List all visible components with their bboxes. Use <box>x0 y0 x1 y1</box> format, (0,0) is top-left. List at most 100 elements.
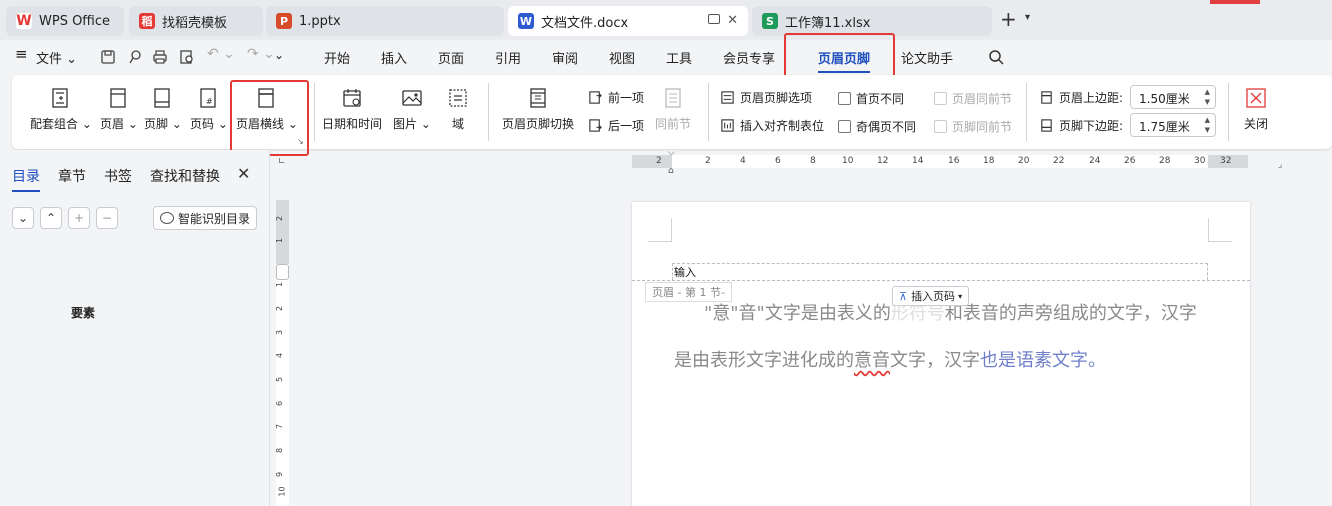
checkbox[interactable] <box>934 120 947 133</box>
ruler-end-icon: ⌟ <box>1278 160 1283 170</box>
writer-icon: W <box>518 13 534 29</box>
ribbon-toolbar: 配套组合 ⌄ 页眉 ⌄ 页脚 ⌄ # 页码 ⌄ 页眉横线 ⌄ ↘ 日期和时间 图… <box>12 75 1332 149</box>
chevron-up-icon[interactable]: ⌃ <box>40 207 62 229</box>
menu-page[interactable]: 页面 <box>438 48 464 67</box>
close-header-footer-button[interactable]: 关闭 <box>1240 87 1272 132</box>
margin-corner-mark <box>648 218 672 242</box>
vertical-ruler-marker[interactable] <box>276 264 289 280</box>
close-icon <box>1246 88 1266 108</box>
odd-even-different-checkbox[interactable]: 奇偶页不同 <box>838 118 916 135</box>
svg-text:#: # <box>206 97 213 106</box>
close-icon[interactable]: ✕ <box>727 13 738 28</box>
same-as-previous-button[interactable]: 同前节 <box>652 87 694 132</box>
header-same-prev-label: 页眉同前节 <box>952 92 1013 106</box>
more-chevron-icon[interactable]: ⌄ <box>274 48 284 62</box>
print-preview-icon[interactable] <box>179 49 195 65</box>
minus-icon[interactable]: − <box>96 207 118 229</box>
ruler-corner-icon[interactable]: ∟ <box>278 157 286 167</box>
undo-icon[interactable]: ↶ ⌄ <box>207 46 235 62</box>
highlight-box-menu <box>784 33 895 80</box>
page-number-button[interactable]: # 页码 ⌄ <box>190 87 228 132</box>
nav-tab-chapter[interactable]: 章节 <box>58 166 86 186</box>
header-top-margin-input[interactable]: 1.50厘米 ▲ ▼ <box>1130 85 1216 109</box>
ruler-tick: 9 <box>275 471 285 478</box>
menu-review[interactable]: 审阅 <box>552 48 578 67</box>
menu-reference[interactable]: 引用 <box>495 48 521 67</box>
menu-start[interactable]: 开始 <box>324 48 350 67</box>
date-time-button[interactable]: 日期和时间 <box>320 87 384 132</box>
header-text[interactable]: 输入 <box>674 264 696 280</box>
menu-member[interactable]: 会员专享 <box>723 48 775 67</box>
docer-icon: 稻 <box>139 13 155 29</box>
field-button[interactable]: 域 <box>444 87 472 132</box>
footer-bottom-margin-input[interactable]: 1.75厘米 ▲ ▼ <box>1130 113 1216 137</box>
insert-page-number-button[interactable]: ⊼ 插入页码 ▾ <box>892 286 970 306</box>
nav-tab-underline <box>12 190 40 192</box>
header-button[interactable]: 页眉 ⌄ <box>100 87 138 132</box>
nav-tab-toc[interactable]: 目录 <box>12 166 40 186</box>
tab-wps-office[interactable]: W WPS Office <box>6 6 124 36</box>
hamburger-icon[interactable]: ≡ <box>15 45 28 63</box>
plus-icon[interactable]: + <box>68 207 90 229</box>
ruler-tick: 30 <box>1194 156 1206 166</box>
header-area[interactable] <box>672 263 1208 280</box>
text-run: 。 <box>1088 350 1106 371</box>
new-tab-plus-icon[interactable]: + <box>1000 7 1017 31</box>
menu-paper-assistant[interactable]: 论文助手 <box>901 48 953 67</box>
ruler-tick: 10 <box>842 156 854 166</box>
vertical-ruler[interactable]: 2 1 1 2 3 4 5 6 7 8 9 10 <box>275 200 289 506</box>
menu-insert[interactable]: 插入 <box>381 48 407 67</box>
divider <box>708 83 709 141</box>
tab-docx[interactable]: W 文档文件.docx ✕ <box>508 6 748 36</box>
chevron-down-icon[interactable]: ▾ <box>1025 12 1030 23</box>
close-label: 关闭 <box>1243 117 1268 131</box>
save-icon[interactable] <box>100 49 116 65</box>
file-menu[interactable]: 文件 ⌄ <box>36 48 77 67</box>
chevron-down-icon[interactable]: ⌄ <box>12 207 34 229</box>
spin-down-icon[interactable]: ▼ <box>1205 126 1210 134</box>
footer-same-previous-checkbox[interactable]: 页脚同前节 <box>934 118 1012 135</box>
tab-xlsx[interactable]: S 工作簿11.xlsx <box>752 6 992 36</box>
first-page-different-checkbox[interactable]: 首页不同 <box>838 90 904 107</box>
tab-label: 1.pptx <box>299 13 341 29</box>
close-icon[interactable]: ✕ <box>237 164 250 183</box>
picture-button[interactable]: 图片 ⌄ <box>392 87 432 132</box>
header-same-previous-checkbox[interactable]: 页眉同前节 <box>934 90 1012 107</box>
checkbox[interactable] <box>934 92 947 105</box>
tab-docer[interactable]: 稻 找稻壳模板 <box>129 6 263 36</box>
ruler-tick: 2 <box>656 156 662 166</box>
search-icon[interactable] <box>988 49 1004 65</box>
next-icon <box>589 119 602 132</box>
header-footer-switch-button[interactable]: 页眉页脚切换 <box>500 87 576 132</box>
document-page[interactable]: 输入 页眉 - 第 1 节- ⊼ 插入页码 ▾ "意"音"文字是由表义的形符号和… <box>632 202 1250 506</box>
indent-marker-icon[interactable]: ⌵ <box>668 148 675 158</box>
spin-up-icon[interactable]: ▲ <box>1205 116 1210 124</box>
smart-toc-button[interactable]: 智能识别目录 <box>153 206 257 230</box>
checkbox[interactable] <box>838 92 851 105</box>
menu-tools[interactable]: 工具 <box>666 48 692 67</box>
footer-button[interactable]: 页脚 ⌄ <box>144 87 182 132</box>
toc-item[interactable]: 要素 <box>71 304 95 321</box>
checkbox[interactable] <box>838 120 851 133</box>
spin-down-icon[interactable]: ▼ <box>1205 98 1210 106</box>
insert-align-tab-button[interactable]: 插入对齐制表位 <box>720 117 824 134</box>
next-button[interactable]: 后一项 <box>588 117 644 134</box>
horizontal-ruler[interactable]: 2 2 4 6 8 10 12 14 16 18 20 22 24 26 28 … <box>632 155 1248 168</box>
navigation-panel: 目录 章节 书签 查找和替换 ✕ ⌄ ⌃ + − 智能识别目录 要素 <box>0 150 270 506</box>
ruler-tick: 10 <box>277 486 287 497</box>
menu-view[interactable]: 视图 <box>609 48 635 67</box>
previous-icon <box>589 91 602 104</box>
print-icon[interactable] <box>152 49 168 65</box>
redo-icon[interactable]: ↷ ⌄ <box>247 46 275 62</box>
monitor-icon[interactable] <box>708 14 720 24</box>
spin-up-icon[interactable]: ▲ <box>1205 88 1210 96</box>
tab-pptx[interactable]: P 1.pptx <box>266 6 504 36</box>
header-footer-options-button[interactable]: 页眉页脚选项 <box>720 89 812 106</box>
previous-button[interactable]: 前一项 <box>588 89 644 106</box>
nav-tab-find-replace[interactable]: 查找和替换 <box>150 166 220 186</box>
combo-button[interactable]: 配套组合 ⌄ <box>30 87 92 132</box>
nav-tab-bookmark[interactable]: 书签 <box>104 166 132 186</box>
format-painter-icon[interactable] <box>127 49 143 65</box>
indent-marker-icon[interactable]: ⌂ <box>668 166 674 176</box>
smart-icon <box>160 212 174 224</box>
